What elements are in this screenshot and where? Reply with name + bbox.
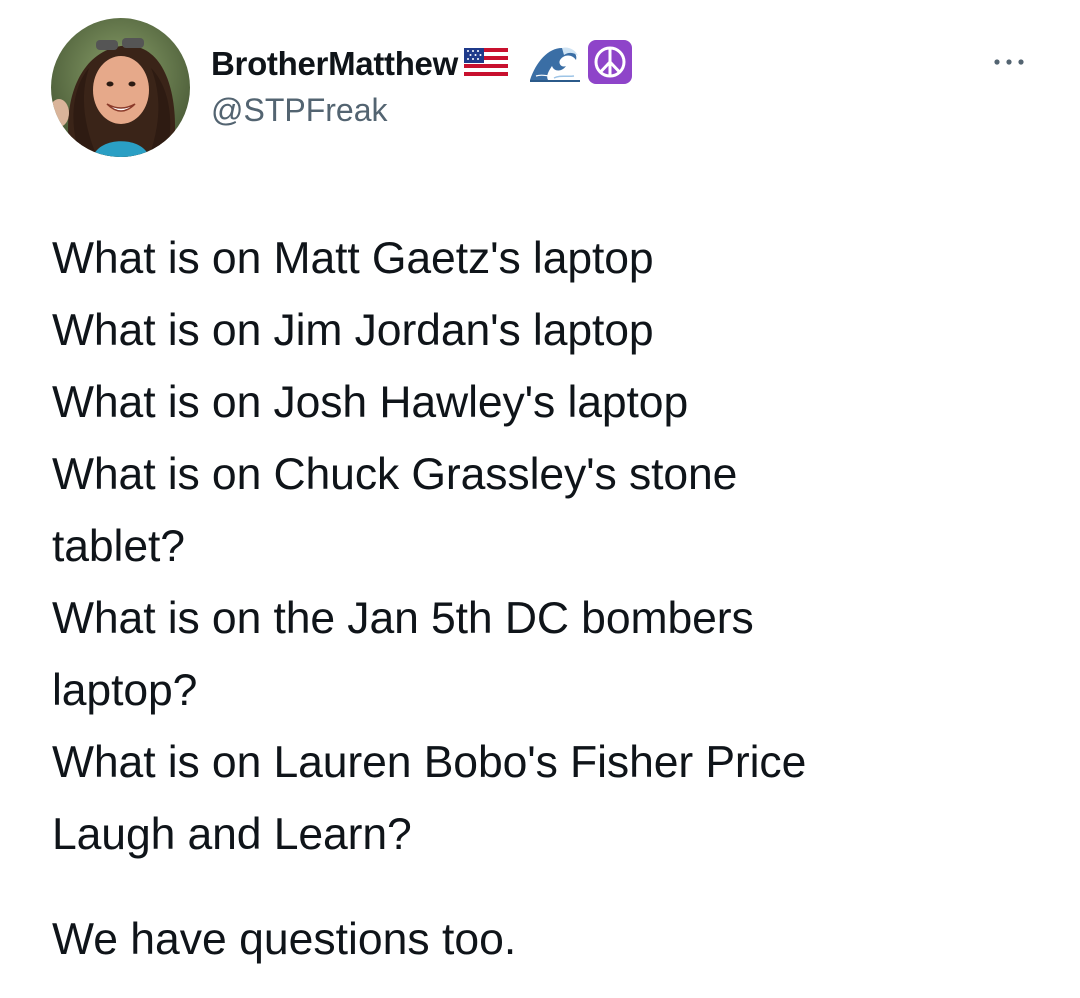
- tweet-line: Laugh and Learn?: [52, 810, 412, 859]
- tweet-line: What is on Chuck Grassley's stone: [52, 450, 738, 499]
- peace-symbol-icon: [587, 39, 632, 89]
- more-horizontal-icon: [994, 59, 1024, 65]
- wave-icon: [527, 41, 582, 87]
- author-handle[interactable]: @STPFreak: [211, 92, 388, 129]
- author-name-row[interactable]: BrotherMatthew: [211, 39, 632, 89]
- tweet-line: What is on Jim Jordan's laptop: [52, 306, 654, 355]
- tweet-closing-line: We have questions too.: [52, 915, 517, 964]
- tweet-text: What is on Matt Gaetz's laptop What is o…: [52, 223, 1062, 871]
- tweet-line: What is on the Jan 5th DC bombers: [52, 594, 754, 643]
- display-name[interactable]: BrotherMatthew: [211, 45, 458, 83]
- tweet-line: What is on Lauren Bobo's Fisher Price: [52, 738, 807, 787]
- us-flag-icon: [463, 47, 508, 81]
- avatar-image: [51, 18, 190, 157]
- more-options-button[interactable]: [986, 48, 1032, 76]
- tweet-line: laptop?: [52, 666, 198, 715]
- avatar[interactable]: [51, 18, 190, 157]
- tweet-line: What is on Matt Gaetz's laptop: [52, 234, 654, 283]
- tweet-line: What is on Josh Hawley's laptop: [52, 378, 689, 427]
- tweet-card: BrotherMatthew @STPFreak What is on Matt…: [0, 0, 1080, 998]
- tweet-line: tablet?: [52, 522, 185, 571]
